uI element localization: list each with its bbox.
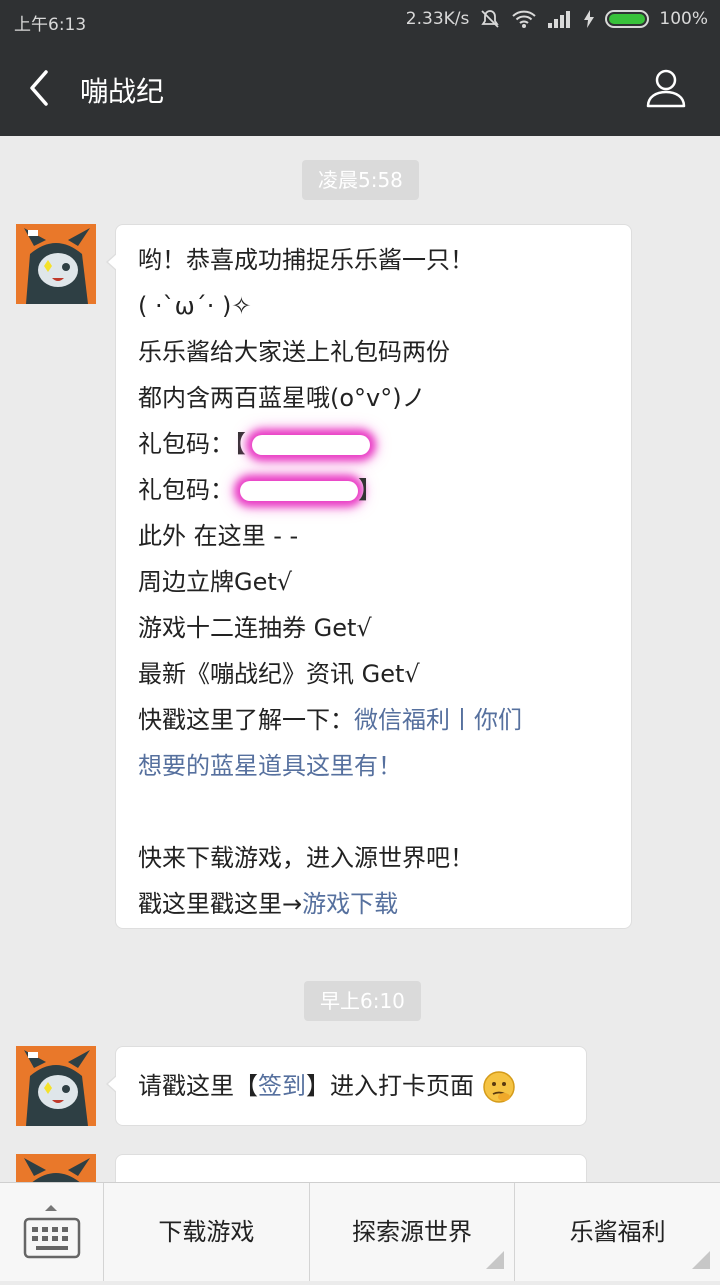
bracket-close: 】 [358, 476, 382, 504]
net-speed: 2.33K/s [405, 9, 470, 29]
page-title: 嘣战纪 [80, 75, 165, 108]
submenu-indicator-icon [486, 1251, 505, 1269]
status-time: 上午6:13 [14, 15, 87, 35]
gift-code-line: 礼包码： 】 [138, 467, 631, 513]
message-line: 乐乐酱给大家送上礼包码两份 [138, 338, 450, 366]
message-line: 快来下载游戏，进入源世界吧！ [138, 844, 474, 872]
message-line: 想要的蓝星道具这里有！ [138, 743, 631, 789]
message-line: 周边立牌Get√ [138, 568, 293, 596]
message-line: ( ·`ω´· )✧ [138, 292, 252, 320]
game-download-link[interactable]: 游戏下载 [302, 890, 398, 918]
gift-code-label: 礼包码： [138, 430, 234, 458]
message-bubble-partial [115, 1154, 587, 1182]
wechat-welfare-link[interactable]: 想要的蓝星道具这里有！ [138, 752, 402, 780]
avatar[interactable] [16, 1046, 96, 1126]
chevron-left-icon[interactable] [24, 66, 64, 110]
redacted-code [252, 435, 370, 455]
message-bubble: 请戳这里【签到】进入打卡页面 [106, 1046, 587, 1126]
message-line: 都内含两百蓝星哦(o°v°)ノ [138, 384, 426, 412]
menu-explore-world[interactable]: 探索源世界 [310, 1183, 516, 1281]
menu-welfare[interactable]: 乐酱福利 [515, 1183, 720, 1281]
menu-label: 乐酱福利 [569, 1218, 666, 1246]
keyboard-icon [23, 1205, 81, 1259]
message-line: 快戳这里了解一下：微信福利丨你们 [138, 697, 631, 743]
person-icon[interactable] [644, 66, 688, 110]
message-text: 戳这里戳这里→ [138, 890, 303, 918]
menu-label: 下载游戏 [158, 1218, 255, 1246]
bottom-menu: 下载游戏 探索源世界 乐酱福利 [0, 1182, 720, 1281]
wifi-icon [512, 10, 537, 28]
message-text: 请戳这里【 [138, 1072, 258, 1100]
timestamp-chip: 凌晨5:58 [302, 160, 419, 200]
redacted-code [240, 481, 358, 501]
menu-label: 探索源世界 [352, 1218, 472, 1246]
signal-icon [548, 11, 571, 28]
charging-icon [584, 10, 595, 28]
avatar-image [16, 1154, 96, 1182]
message-bubble: 哟！恭喜成功捕捉乐乐酱一只！ ( ·`ω´· )✧ 乐乐酱给大家送上礼包码两份 … [106, 224, 632, 929]
gift-code-line: 礼包码：【 [138, 421, 631, 467]
status-icons: 2.33K/s 100% [406, 8, 708, 30]
message-line: 此外 在这里 - - [138, 522, 299, 550]
status-bar: 上午6:13 2.33K/s 100% [0, 0, 720, 40]
gift-code-label: 礼包码： [138, 476, 234, 504]
message-line: 游戏十二连抽券 Get√ [138, 614, 372, 642]
menu-download-game[interactable]: 下载游戏 [104, 1183, 310, 1281]
avatar-image [16, 224, 96, 304]
message-line: 哟！恭喜成功捕捉乐乐酱一只！ [138, 246, 474, 274]
message-text: 】进入打卡页面 [306, 1072, 474, 1100]
message-line: 最新《嘣战纪》资讯 Get√ [138, 660, 420, 688]
chat-area[interactable]: 凌晨5:58 哟！恭喜成功捕捉乐乐酱一只！ ( ·`ω´· )✧ 乐乐酱给大家送… [0, 136, 720, 1182]
wechat-welfare-link[interactable]: 微信福利丨你们 [354, 706, 522, 734]
thinking-emoji-icon [482, 1071, 515, 1103]
bracket-open: 【 [234, 430, 246, 458]
avatar[interactable] [16, 1154, 96, 1182]
avatar[interactable] [16, 224, 96, 304]
mute-bell-icon [481, 10, 500, 28]
avatar-image [16, 1046, 96, 1126]
message-text: 快戳这里了解一下： [138, 706, 354, 734]
keyboard-toggle-button[interactable] [0, 1183, 104, 1281]
battery-icon [605, 10, 650, 28]
battery-percent: 100% [659, 9, 708, 29]
message-line: 请戳这里【签到】进入打卡页面 [138, 1063, 586, 1109]
check-in-link[interactable]: 签到 [258, 1072, 306, 1100]
timestamp-chip: 早上6:10 [304, 981, 421, 1021]
nav-bar: 嘣战纪 [0, 40, 720, 136]
message-line: 戳这里戳这里→游戏下载 [138, 881, 631, 927]
submenu-indicator-icon [692, 1251, 711, 1269]
